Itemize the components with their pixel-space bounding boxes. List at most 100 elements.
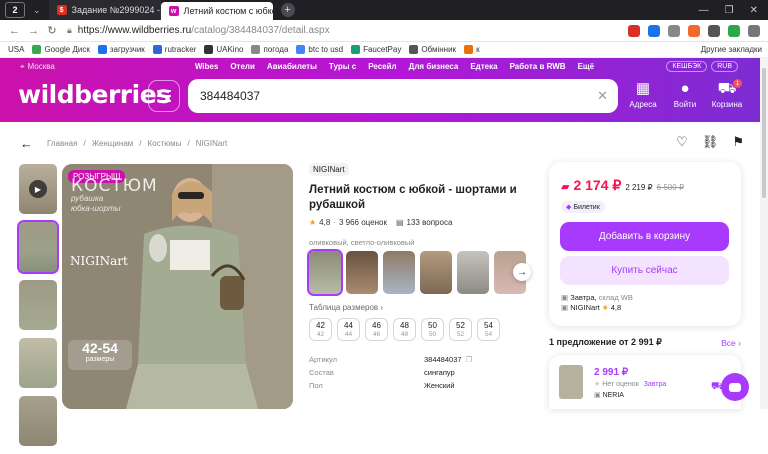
price-row: ▰ 2 174 ₽ 2 219 ₽ 6 500 ₽ xyxy=(561,177,684,194)
nav-pharmacy[interactable]: Едтека xyxy=(470,62,497,71)
nav-resale[interactable]: Ресейл xyxy=(368,62,396,71)
offers-all-link[interactable]: Все › xyxy=(721,338,741,348)
bookmark-k[interactable]: к xyxy=(464,45,480,54)
bookmark-usa[interactable]: USA xyxy=(8,45,24,54)
addresses-button[interactable]: ▦ Адреса xyxy=(622,80,664,109)
nav-wibes[interactable]: Wibes xyxy=(195,62,219,71)
favorite-heart-icon[interactable]: ♡ xyxy=(676,134,688,150)
thumbnail-video[interactable]: ▶ xyxy=(19,164,57,214)
color-variant-olive[interactable] xyxy=(307,249,343,296)
size-option[interactable]: 48 48 xyxy=(393,318,416,341)
colors-next-arrow-icon[interactable]: → xyxy=(513,263,531,281)
catalog-menu-button[interactable] xyxy=(148,80,180,112)
questions-link[interactable]: 133 вопроса xyxy=(407,218,453,227)
crumb-home[interactable]: Главная xyxy=(47,139,77,148)
add-to-cart-button[interactable]: Добавить в корзину xyxy=(560,222,729,251)
currency-pill[interactable]: RUB xyxy=(711,61,738,72)
thumbnail-selected[interactable] xyxy=(17,220,59,274)
breadcrumb: ← Главная / Женщинам / Костюмы / NIGINart xyxy=(20,136,227,151)
login-button[interactable]: ● Войти xyxy=(664,80,706,109)
close-window-icon[interactable]: ✕ xyxy=(750,5,758,16)
cart-button[interactable]: ⛟ 1 Корзина xyxy=(706,79,748,109)
nav-jobs[interactable]: Работа в RWB xyxy=(510,62,566,71)
bookmark-google-drive[interactable]: Google Диск xyxy=(32,45,90,54)
new-tab-button[interactable]: + xyxy=(280,3,295,17)
crumb-women[interactable]: Женщинам xyxy=(92,139,134,148)
nav-hotels[interactable]: Отели xyxy=(230,62,255,71)
menu-icon[interactable] xyxy=(748,24,760,37)
clear-search-icon[interactable]: ✕ xyxy=(597,88,608,104)
thumbnail[interactable] xyxy=(19,338,57,388)
bookmark-weather[interactable]: погода xyxy=(251,45,288,54)
reload-icon[interactable]: ↻ xyxy=(47,24,57,37)
crumb-brand[interactable]: NIGINart xyxy=(196,139,228,148)
reviews-link[interactable]: 3 966 оценок xyxy=(339,218,387,227)
price-wallet: 2 174 ₽ xyxy=(573,177,622,193)
chat-button[interactable] xyxy=(721,373,749,401)
bookmark-rutracker[interactable]: rutracker xyxy=(152,45,196,54)
city-selector[interactable]: ⌖ Москва xyxy=(20,62,55,72)
back-arrow-icon[interactable]: ← xyxy=(20,136,33,151)
maximize-icon[interactable]: ❐ xyxy=(725,5,734,16)
size-option[interactable]: 50 50 xyxy=(421,318,444,341)
bookmark-btc[interactable]: btc to usd xyxy=(296,45,343,54)
extension-icon[interactable] xyxy=(648,24,660,37)
nav-business[interactable]: Для бизнеса xyxy=(409,62,459,71)
bookmark-icon xyxy=(296,45,306,54)
nav-flights[interactable]: Авиабилеты xyxy=(267,62,317,71)
questions-icon: ▤ xyxy=(395,218,404,227)
extension-icon[interactable] xyxy=(688,24,700,37)
search-input[interactable]: 384484037 ✕ xyxy=(188,79,618,113)
crumb-suits[interactable]: Костюмы xyxy=(148,139,182,148)
size-option[interactable]: 44 44 xyxy=(337,318,360,341)
extension-icon[interactable] xyxy=(628,24,640,37)
nav-tours[interactable]: Туры с xyxy=(329,62,356,71)
url-field[interactable]: 🔒︎ https://www.wildberries.ru /catalog/3… xyxy=(67,22,628,39)
browser-tab-task[interactable]: $ Задание №2999024 - про ✕ xyxy=(48,0,161,20)
seller-icon: ▣ xyxy=(561,303,569,312)
extension-icon[interactable] xyxy=(708,24,720,37)
bookmark-faucetpay[interactable]: FaucetPay xyxy=(351,45,401,54)
minimize-icon[interactable]: — xyxy=(699,5,709,16)
product-main-image[interactable]: РОЗЫГРЫШ КОСТЮМ рубашка юбка-шорты NIGIN… xyxy=(62,164,293,409)
cashback-pill[interactable]: КЕШБЭК xyxy=(666,61,708,72)
browser-tab-wildberries[interactable]: w Летний костюм с юбкой ✕ xyxy=(160,2,273,20)
tab-list-chevron-icon[interactable]: ⌄ xyxy=(33,5,41,16)
size-option[interactable]: 54 54 xyxy=(477,318,500,341)
nav-more[interactable]: Ещё xyxy=(578,62,595,71)
color-variant[interactable] xyxy=(420,251,452,294)
size-option[interactable]: 52 52 xyxy=(449,318,472,341)
page-scrollbar[interactable] xyxy=(760,58,768,409)
ticket-chip[interactable]: ◆ Билетик xyxy=(561,201,605,213)
size-option[interactable]: 46 46 xyxy=(365,318,388,341)
buy-now-button[interactable]: Купить сейчас xyxy=(560,256,729,285)
profile-badge[interactable]: 2 xyxy=(5,2,25,18)
extension-icon[interactable] xyxy=(728,24,740,37)
article-value[interactable]: 384484037 xyxy=(424,355,462,364)
other-bookmarks[interactable]: Другие закладки xyxy=(701,45,768,54)
star-icon: ★ xyxy=(309,218,317,227)
copy-icon[interactable]: ❐ xyxy=(466,355,473,364)
report-flag-icon[interactable]: ⚑ xyxy=(732,134,744,150)
price-card: 2 219 ₽ xyxy=(625,183,653,192)
color-variant[interactable] xyxy=(383,251,415,294)
forward-icon[interactable]: → xyxy=(28,25,39,37)
scrollbar-thumb[interactable] xyxy=(762,68,766,198)
size-table-link[interactable]: Таблица размеров › xyxy=(309,303,539,312)
bookmark-exchanger[interactable]: Обмінник xyxy=(409,45,456,54)
property-row: Пол Женский xyxy=(309,381,455,390)
back-icon[interactable]: ← xyxy=(9,25,20,37)
brand-link[interactable]: NIGINart xyxy=(309,163,349,176)
share-link-icon[interactable]: ⛓ xyxy=(702,134,719,150)
color-variant[interactable] xyxy=(457,251,489,294)
thumbnail[interactable] xyxy=(19,280,57,330)
color-variant[interactable] xyxy=(346,251,378,294)
buy-box: ▰ 2 174 ₽ 2 219 ₽ 6 500 ₽ ◆ Билетик Доба… xyxy=(549,162,741,326)
bookmark-loader[interactable]: загрузчик xyxy=(97,45,145,54)
bookmark-star-icon[interactable] xyxy=(668,24,680,37)
bookmark-uakino[interactable]: UAKino xyxy=(204,45,243,54)
bookmarks-bar: USA Google Диск загрузчик rutracker UAKi… xyxy=(0,42,768,58)
size-option[interactable]: 42 42 xyxy=(309,318,332,341)
thumbnail[interactable] xyxy=(19,396,57,446)
seller-link[interactable]: NIGINart xyxy=(570,303,600,312)
